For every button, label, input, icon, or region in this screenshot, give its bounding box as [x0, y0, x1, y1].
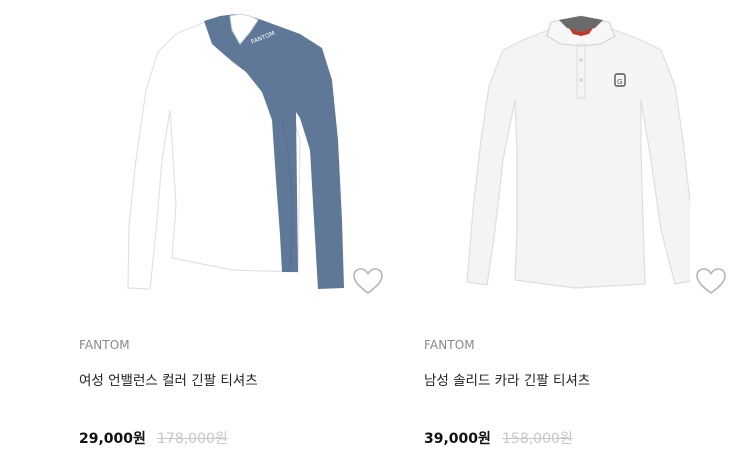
product-name[interactable]: 여성 언밸런스 컬러 긴팔 티셔츠: [79, 369, 258, 389]
product-grid: FANTOM FANTOM 여성 언밸런스 컬러 긴팔 티셔츠 29,000원 …: [0, 0, 737, 459]
sale-price: 29,000원: [79, 431, 146, 447]
original-price: 178,000원: [157, 431, 228, 447]
product-card[interactable]: FANTOM FANTOM 여성 언밸런스 컬러 긴팔 티셔츠 29,000원 …: [0, 0, 383, 459]
original-price: 158,000원: [502, 431, 573, 447]
product-brand: FANTOM: [79, 338, 130, 352]
product-name[interactable]: 남성 솔리드 카라 긴팔 티셔츠: [424, 369, 590, 389]
sale-price: 39,000원: [424, 431, 491, 447]
svg-text:G: G: [617, 78, 622, 86]
product-image-mens-shirt[interactable]: G: [345, 0, 690, 310]
product-card[interactable]: G FANTOM 남성 솔리드 카라 긴팔 티셔츠 39,000원 158,00…: [345, 0, 726, 459]
wishlist-heart-icon[interactable]: [694, 266, 728, 296]
product-brand: FANTOM: [424, 338, 475, 352]
price-row: 39,000원 158,000원: [424, 428, 573, 448]
product-image-womens-shirt[interactable]: FANTOM: [0, 0, 345, 310]
price-row: 29,000원 178,000원: [79, 428, 228, 448]
